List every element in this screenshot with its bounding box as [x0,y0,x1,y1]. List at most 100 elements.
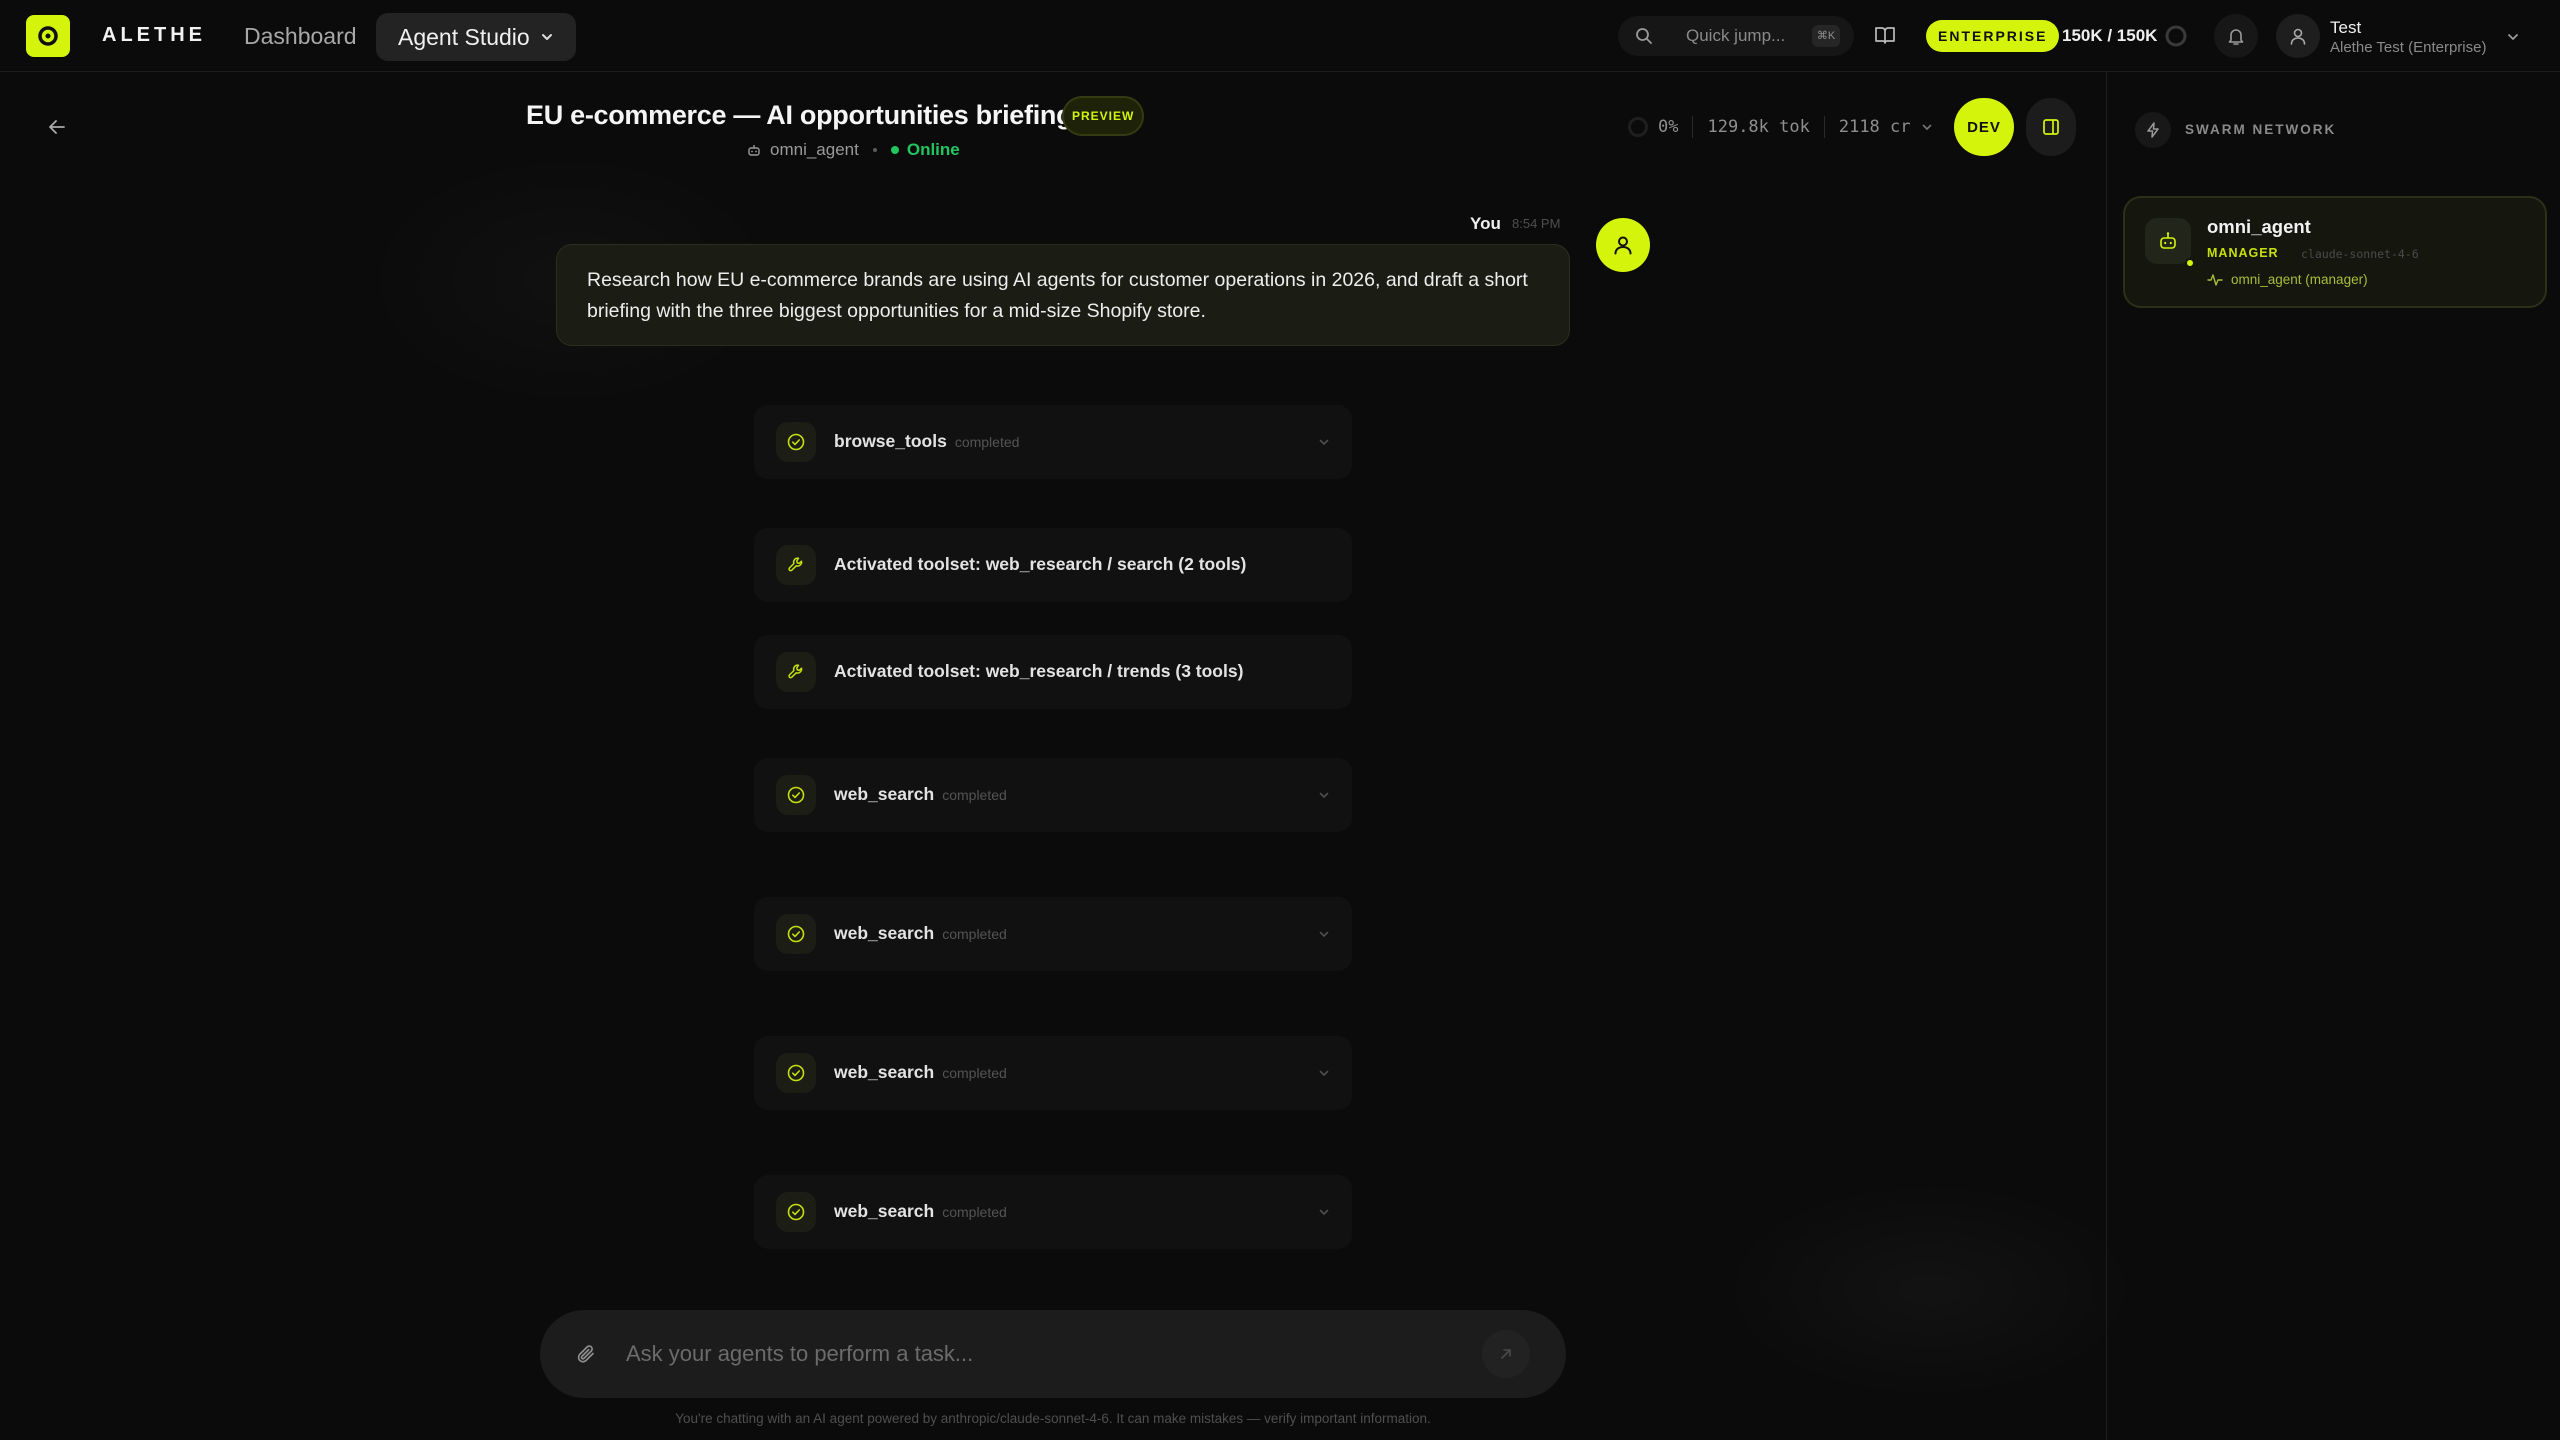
user-avatar[interactable] [2276,14,2320,58]
bell-icon [2226,26,2246,46]
tool-step-label: web_search completed [834,1062,1007,1083]
agent-activity-label: omni_agent (manager) [2231,272,2368,287]
credits-used: 2118 cr [1838,117,1911,137]
user-icon [1611,233,1635,257]
separator-dot [872,148,877,152]
agent-active-dot [2185,258,2195,268]
quick-jump-label: Quick jump... [1686,26,1786,45]
tool-step-name: web_search [834,784,935,804]
tool-step-label: web_search completed [834,1201,1007,1222]
token-count: 129.8k tok [1707,117,1810,137]
tool-step-name: web_search [834,1062,935,1082]
background-glow [1720,1180,2140,1400]
agent-card[interactable]: omni_agent MANAGER claude-sonnet-4-6 omn… [2123,196,2547,308]
book-icon[interactable] [1874,24,1896,46]
wrench-icon [776,652,816,692]
tool-step[interactable]: web_search completed [754,758,1352,832]
nav-agent-studio-label: Agent Studio [398,23,530,50]
preview-badge: PREVIEW [1062,96,1145,136]
chevron-down-icon[interactable] [1318,1206,1330,1218]
tool-step-status: completed [942,787,1007,803]
send-arrow-icon [1498,1346,1514,1362]
check-circle-icon [776,422,816,462]
activity-pulse-icon [2207,273,2223,287]
tool-step[interactable]: web_search completed [754,897,1352,971]
back-arrow-icon[interactable] [46,116,68,138]
user-message-avatar [1596,218,1650,272]
tool-step-status: completed [942,1204,1007,1220]
credits-balance: 150K / 150K [2062,26,2158,45]
user-icon [2288,26,2308,46]
toolset-activation-label: Activated toolset: web_research / trends… [834,661,1244,681]
divider [1823,116,1825,138]
user-organization[interactable]: Alethe Test (Enterprise) [2330,39,2486,56]
toggle-panel-button[interactable] [2026,98,2076,156]
check-circle-icon [776,1192,816,1232]
plan-badge: ENTERPRISE [1926,20,2060,52]
online-status-dot [890,146,899,154]
logo-icon[interactable] [26,15,70,57]
notifications-button[interactable] [2214,14,2258,58]
context-percent: 0% [1658,117,1679,137]
swarm-network-title: SWARM NETWORK [2185,122,2337,137]
robot-icon [746,142,762,158]
sidebar-panel-icon [2041,117,2061,137]
toolset-activation-step: Activated toolset: web_research / trends… [754,635,1352,709]
check-circle-icon [776,1053,816,1093]
keyboard-shortcut-hint: ⌘K [1812,25,1840,47]
paperclip-icon[interactable] [574,1342,598,1366]
brand-name: ALETHE [102,24,206,46]
context-ring-icon [1628,117,1648,137]
toolset-activation-label: Activated toolset: web_research / search… [834,554,1247,574]
tool-step-status: completed [942,1065,1007,1081]
swarm-network-panel: SWARM NETWORK omni_agent MANAGER claude-… [2106,72,2560,1440]
chevron-down-icon[interactable] [1318,789,1330,801]
tool-step-name: web_search [834,923,935,943]
tool-step[interactable]: web_search completed [754,1036,1352,1110]
tool-step-status: completed [942,926,1007,942]
search-icon [1634,26,1654,46]
wrench-icon [776,545,816,585]
session-subtitle: omni_agent Online [746,140,960,160]
dev-mode-button[interactable]: DEV [1954,98,2014,156]
user-name[interactable]: Test [2330,18,2361,38]
nav-dashboard-link[interactable]: Dashboard [244,23,357,50]
tool-step-name: web_search [834,1201,935,1221]
chevron-down-icon [540,30,554,44]
agent-name: omni_agent [2207,216,2311,237]
chevron-down-icon [1921,121,1933,133]
usage-stats[interactable]: 0% 129.8k tok 2118 cr [1628,116,1933,138]
message-author: You [1470,214,1501,233]
robot-icon [2145,218,2191,264]
user-message-bubble: Research how EU e-commerce brands are us… [556,244,1570,346]
agent-activity: omni_agent (manager) [2207,272,2368,287]
quick-jump-search[interactable]: Quick jump... ⌘K [1618,16,1854,56]
session-agent-name: omni_agent [770,140,859,159]
online-status-label: Online [906,140,960,159]
tool-step[interactable]: web_search completed [754,1175,1352,1249]
task-input[interactable] [626,1332,1446,1376]
lightning-icon [2135,112,2171,148]
chevron-down-icon[interactable] [1318,1067,1330,1079]
send-button[interactable] [1482,1330,1530,1378]
top-navigation-bar: ALETHE Dashboard Agent Studio Quick jump… [0,0,2560,72]
tool-step-status: completed [954,434,1020,450]
credits-usage-ring-icon [2164,24,2188,48]
tool-step-label: web_search completed [834,923,1007,944]
tool-step-name: browse_tools [834,431,947,451]
tool-step-label: browse_tools completed [834,431,1019,452]
chevron-down-icon[interactable] [1318,436,1330,448]
toolset-activation-step: Activated toolset: web_research / search… [754,528,1352,602]
check-circle-icon [776,775,816,815]
check-circle-icon [776,914,816,954]
divider [1692,116,1694,138]
nav-agent-studio-dropdown[interactable]: Agent Studio [376,13,576,61]
agent-model: claude-sonnet-4-6 [2301,247,2419,261]
message-timestamp: 8:54 PM [1512,216,1561,231]
tool-step-label: web_search completed [834,784,1007,805]
chevron-down-icon[interactable] [1318,928,1330,940]
ai-disclaimer: You're chatting with an AI agent powered… [675,1411,1431,1426]
chevron-down-icon[interactable] [2506,30,2520,44]
session-title: EU e-commerce — AI opportunities briefin… [526,100,1073,130]
tool-step[interactable]: browse_tools completed [754,405,1352,479]
